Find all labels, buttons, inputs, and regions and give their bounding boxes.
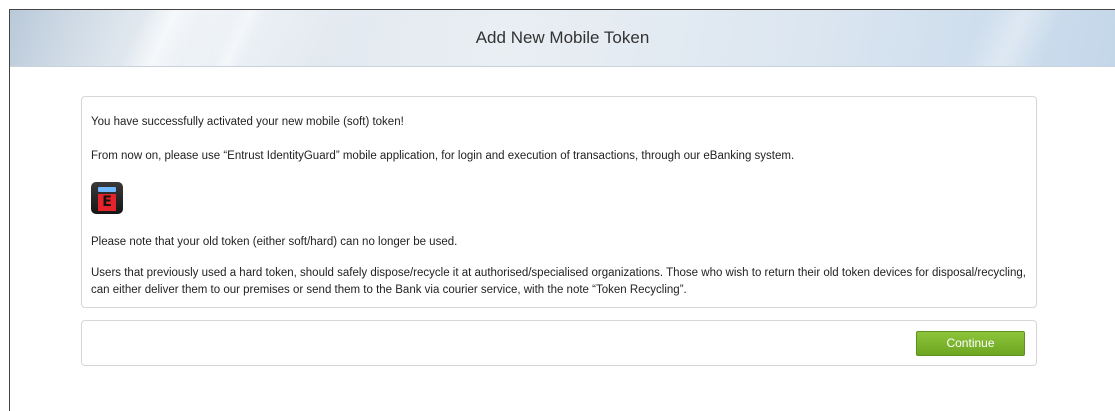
page-title: Add New Mobile Token (475, 28, 650, 47)
old-token-notice-text: Please note that your old token (either … (91, 236, 458, 248)
activation-success-text: You have successfully activated your new… (91, 116, 404, 128)
use-app-instruction-text: From now on, please use “Entrust Identit… (91, 150, 795, 162)
page-frame: Add New Mobile Token You have successful… (9, 9, 1115, 411)
page-header: Add New Mobile Token (10, 10, 1115, 67)
app-icon-letter-e: E (102, 194, 112, 210)
entrust-identityguard-app-icon: E (91, 182, 123, 214)
token-recycling-text: Users that previously used a hard token,… (91, 267, 1026, 296)
actions-panel: Continue (81, 320, 1037, 366)
continue-button[interactable]: Continue (916, 331, 1025, 356)
message-panel: You have successfully activated your new… (81, 96, 1037, 308)
app-icon-screen (98, 187, 116, 192)
